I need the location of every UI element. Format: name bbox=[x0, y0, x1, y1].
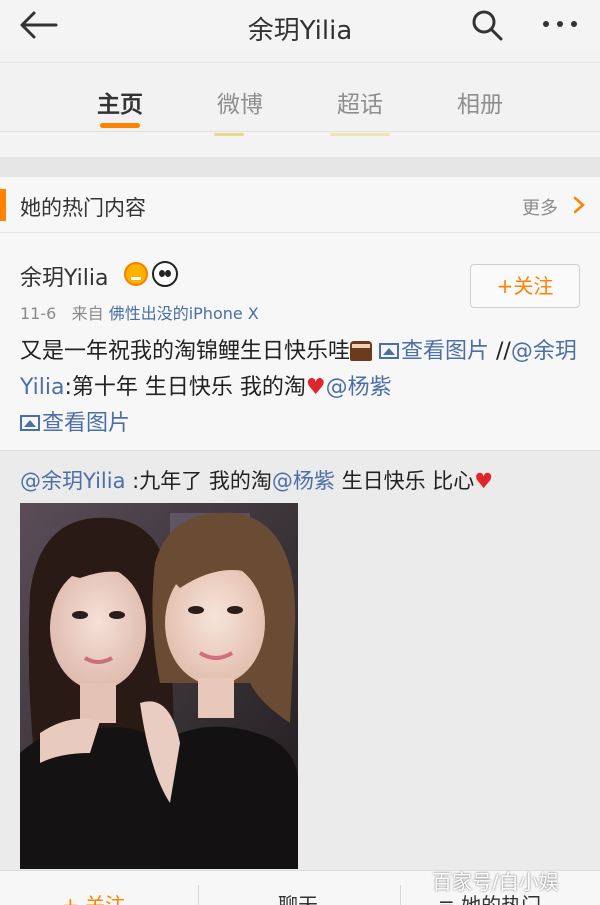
repost-author-mention[interactable]: @余玥Yilia bbox=[20, 469, 125, 493]
post-photo[interactable] bbox=[20, 503, 298, 869]
panda-badge-icon bbox=[152, 261, 178, 287]
top-bar: 余玥Yilia bbox=[0, 0, 600, 52]
bottom-divider bbox=[198, 885, 199, 905]
watermark-text: 百家号/白小娱 bbox=[432, 870, 559, 894]
section-accent-bar bbox=[0, 189, 6, 221]
profile-tabs: 主页 微博 超话 相册 bbox=[0, 62, 600, 132]
heart-icon: ♥ bbox=[305, 375, 326, 400]
view-picture-link-2[interactable]: 查看图片 bbox=[20, 411, 130, 436]
post-text: 又是一年祝我的淘锦鲤生日快乐哇 bbox=[20, 339, 351, 364]
crown-badge-icon bbox=[124, 262, 148, 286]
search-icon[interactable] bbox=[470, 8, 504, 42]
post-source[interactable]: 佛性出没的iPhone X bbox=[109, 304, 259, 323]
repost-separator: // bbox=[489, 339, 511, 364]
mention-link-2[interactable]: @杨紫 bbox=[326, 375, 392, 400]
post-meta: 11-6 来自 佛性出没的iPhone X bbox=[20, 300, 259, 324]
tab-album[interactable]: 相册 bbox=[445, 85, 515, 119]
chat-button[interactable]: 聊天 bbox=[278, 889, 318, 905]
picture-icon-2 bbox=[20, 415, 40, 431]
post-body: 又是一年祝我的淘锦鲤生日快乐哇 查看图片 //@余玥Yilia:第十年 生日快乐… bbox=[20, 334, 580, 442]
chevron-right-icon[interactable] bbox=[572, 196, 586, 214]
post-from-prefix: 来自 bbox=[71, 304, 104, 323]
repost-mention[interactable]: @杨紫 bbox=[272, 469, 335, 493]
post-text-2: :第十年 生日快乐 我的淘 bbox=[64, 375, 306, 400]
repost-text: @余玥Yilia :九年了 我的淘@杨紫 生日快乐 比心♥ bbox=[20, 469, 494, 493]
bottom-divider-2 bbox=[400, 885, 401, 905]
tab-super-topic[interactable]: 超话 bbox=[325, 85, 395, 119]
follow-button[interactable]: +关注 bbox=[470, 264, 580, 308]
faint-strip bbox=[0, 133, 600, 157]
reposted-weibo[interactable]: @余玥Yilia :九年了 我的淘@杨紫 生日快乐 比心♥ bbox=[0, 450, 600, 870]
picture-icon bbox=[379, 343, 400, 359]
heart-icon-2: ♥ bbox=[474, 469, 494, 493]
bottom-follow-button[interactable]: + 关注 bbox=[62, 889, 125, 905]
weibo-post: 余玥Yilia 11-6 来自 佛性出没的iPhone X +关注 又是一年祝我… bbox=[0, 234, 600, 450]
cake-emoji-icon bbox=[350, 341, 373, 361]
view-picture-link[interactable]: 查看图片 bbox=[379, 339, 489, 364]
active-tab-indicator bbox=[100, 123, 140, 128]
page-title: 余玥Yilia bbox=[247, 16, 353, 46]
section-divider bbox=[0, 157, 600, 177]
hot-content-title: 她的热门内容 bbox=[20, 196, 146, 220]
hot-content-header[interactable]: 她的热门内容 更多 bbox=[0, 177, 600, 233]
tab-weibo[interactable]: 微博 bbox=[205, 85, 275, 119]
more-link[interactable]: 更多 bbox=[522, 194, 558, 220]
post-author[interactable]: 余玥Yilia bbox=[20, 260, 108, 292]
post-date: 11-6 bbox=[20, 304, 57, 323]
more-options-icon[interactable] bbox=[540, 12, 580, 36]
tab-home[interactable]: 主页 bbox=[85, 85, 155, 119]
weibo-profile-screen: 余玥Yilia 主页 微博 超话 相册 她的热门内容 更多 余玥Yilia 11… bbox=[0, 0, 600, 905]
